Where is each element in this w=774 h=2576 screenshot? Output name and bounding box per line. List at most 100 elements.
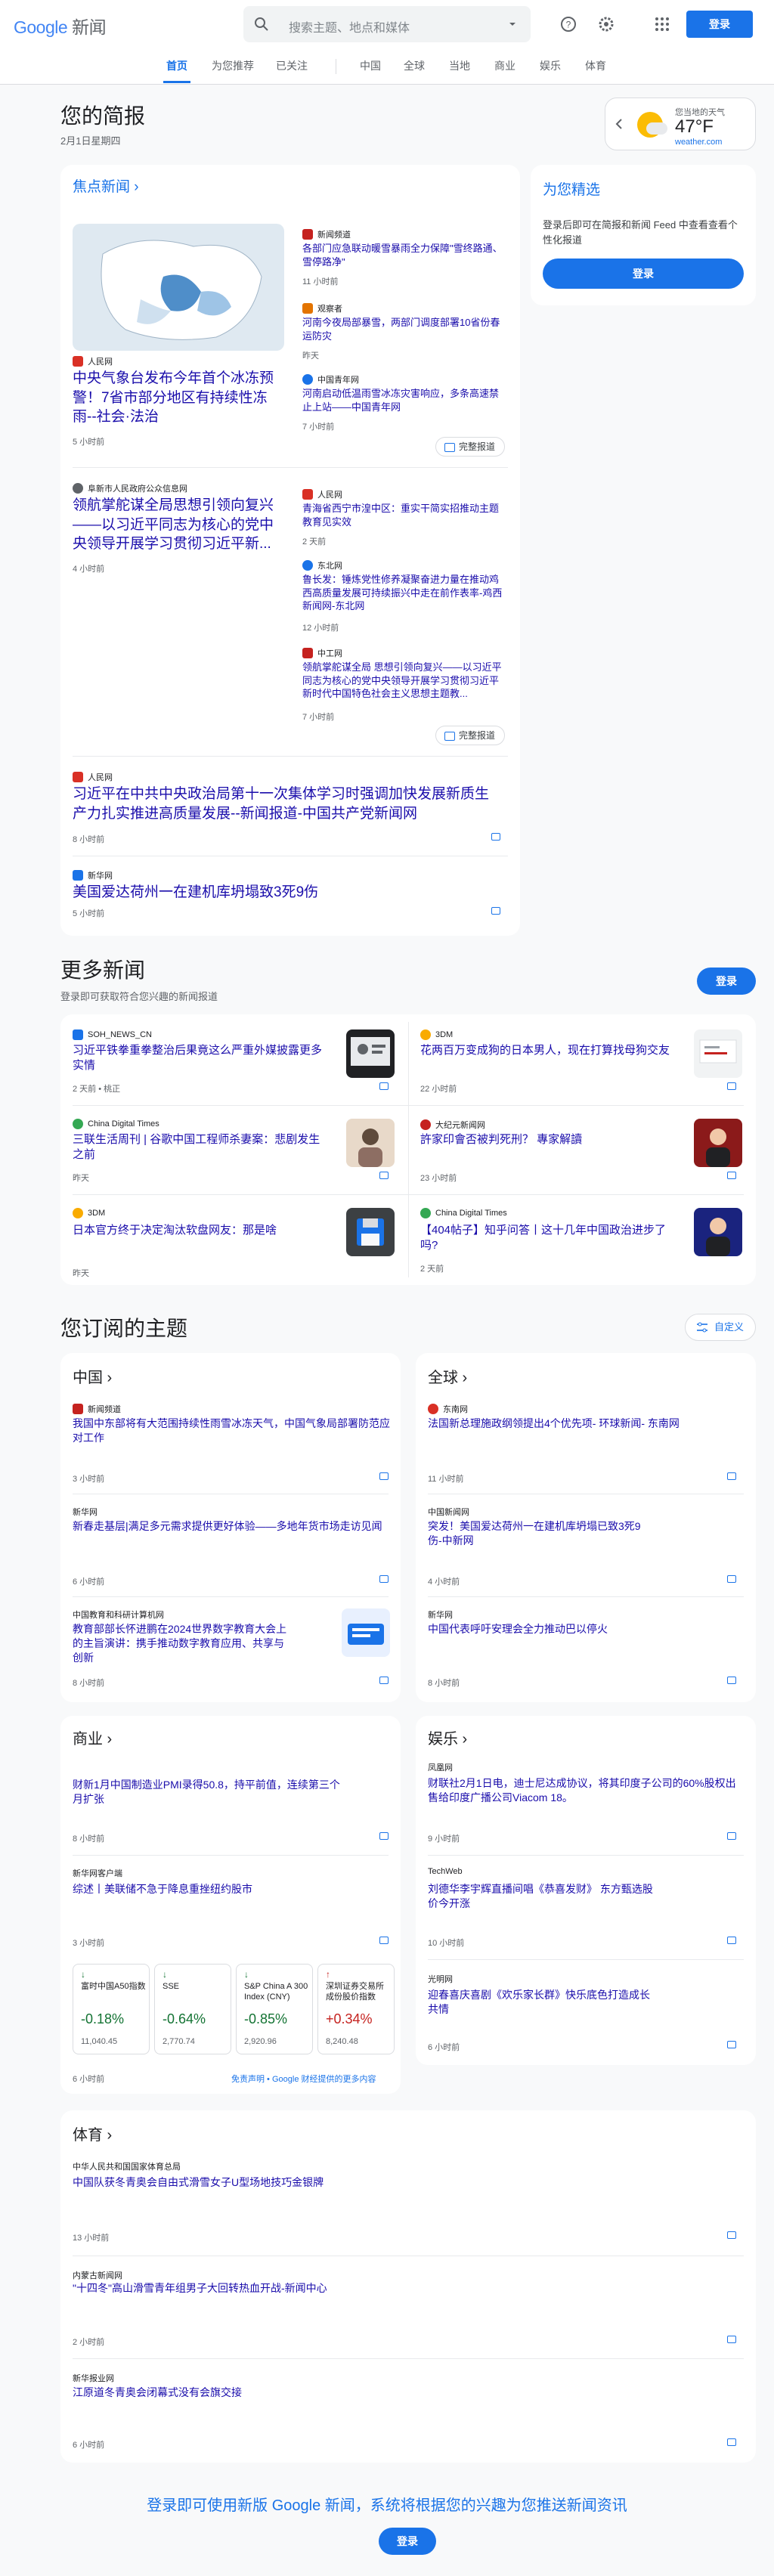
headline-link[interactable]: 中国代表呼吁安理会全力推动巴以停火 <box>428 1622 745 1636</box>
headline-link[interactable]: 中国队获冬青奥会自由式滑雪女子U型场地技巧金银牌 <box>73 2175 677 2190</box>
headline-link[interactable]: 领航掌舵谋全局思想引领向复兴——以习近平同志为核心的党中央领导开展学习贯彻习近平… <box>73 496 287 554</box>
headline-link[interactable]: 中央气象台发布今年首个冰冻预警！7省市部分地区有持续性冻雨--社会·法治 <box>73 369 284 427</box>
apps-icon[interactable] <box>653 15 671 33</box>
news-source: 光明网 <box>428 1975 453 1984</box>
news-thumbnail[interactable] <box>346 1208 395 1256</box>
top-stories-link[interactable]: 焦点新闻 › <box>73 175 139 196</box>
full-coverage-icon[interactable] <box>727 1832 736 1840</box>
full-coverage-icon[interactable] <box>727 1937 736 1944</box>
tab-china[interactable]: 中国 <box>358 48 382 83</box>
headline-link[interactable]: 新春走基层|满足多元需求提供更好体验——多地年货市场走访见闻 <box>73 1519 390 1534</box>
search-input[interactable]: 搜索主题、地点和媒体 <box>289 17 410 36</box>
full-coverage-icon[interactable] <box>727 2438 736 2446</box>
tab-for-you[interactable]: 为您推荐 <box>209 48 257 83</box>
google-news-logo[interactable]: Google 新闻 <box>14 13 107 39</box>
search-bar[interactable]: 搜索主题、地点和媒体 <box>243 6 531 42</box>
headline-link[interactable]: 美国爱达荷州一在建机库坍塌致3死9伤 <box>73 883 496 903</box>
headline-link[interactable]: 各部门应急联动暖雪暴雨全力保障"雪终路通、雪停路净" <box>302 242 506 268</box>
full-coverage-icon[interactable] <box>379 1677 389 1684</box>
full-coverage-icon[interactable] <box>491 907 500 915</box>
footer-sign-in-button[interactable]: 登录 <box>379 2528 436 2555</box>
headline-link[interactable]: 法国新总理施政纲领提出4个优先项- 环球新闻- 东南网 <box>428 1416 745 1431</box>
headline-link[interactable]: 教育部部长怀进鹏在2024世界数字教育大会上的主旨演讲：携手推动数字教育应用、共… <box>73 1622 292 1665</box>
tab-business[interactable]: 商业 <box>493 48 517 83</box>
weather-widget[interactable]: 您当地的天气 47°F weather.com <box>605 98 756 150</box>
headline-link[interactable]: 許家印會否被判死刑？ 專家解讀 <box>420 1132 670 1147</box>
help-icon[interactable]: ? <box>559 15 577 33</box>
full-coverage-icon[interactable] <box>379 1172 389 1179</box>
tab-following[interactable]: 已关注 <box>274 48 310 83</box>
headline-link[interactable]: 突发！美国爱达荷州一在建机库坍塌已致3死9伤-中新网 <box>428 1519 655 1548</box>
tab-world[interactable]: 全球 <box>402 48 426 83</box>
headline-link[interactable]: 财联社2月1日电，迪士尼达成协议，将其印度子公司的60%股权出售给印度广播公司V… <box>428 1776 745 1805</box>
stock-change: -0.18% <box>81 2011 125 2026</box>
full-coverage-icon[interactable] <box>379 1082 389 1090</box>
full-coverage-icon[interactable] <box>727 1472 736 1480</box>
headline-link[interactable]: 我国中东部将有大范围持续性雨雪冰冻天气，中国气象局部署防范应对工作 <box>73 1416 390 1445</box>
news-source: 新闻频道 <box>73 1403 121 1415</box>
full-coverage-icon[interactable] <box>379 1832 389 1840</box>
weather-source-link[interactable]: weather.com <box>675 138 722 147</box>
headline-link[interactable]: 河南启动低温雨雪冰冻灾害响应，多条高速禁止上站——中国青年网 <box>302 387 506 413</box>
headline-link[interactable]: 领航掌舵谋全局 思想引领向复兴——以习近平同志为核心的党中央领导开展学习贯彻习近… <box>302 661 506 701</box>
headline-link[interactable]: 鲁长发：锤炼党性修养凝聚奋进力量在推动鸡西高质量发展可持续振兴中走在前作表率-鸡… <box>302 573 506 613</box>
full-coverage-icon[interactable] <box>727 1677 736 1684</box>
headline-link[interactable]: 刘德华李宇辉直播间唱《恭喜发财》 东方甄选股价今开涨 <box>428 1882 655 1911</box>
tab-home[interactable]: 首页 <box>163 48 190 83</box>
full-coverage-icon[interactable] <box>727 2231 736 2239</box>
headline-link[interactable]: 青海省西宁市湟中区：重实干简实招推动主题教育见实效 <box>302 502 506 528</box>
news-thumbnail[interactable] <box>694 1208 742 1256</box>
news-thumbnail[interactable] <box>346 1119 395 1167</box>
headline-link[interactable]: 三联生活周刊 | 谷歌中国工程师杀妻案：悲剧发生之前 <box>73 1132 322 1163</box>
headline-link[interactable]: 习近平在中共中央政治局第十一次集体学习时强调加快发展新质生产力扎实推进高质量发展… <box>73 785 496 823</box>
tab-entertainment[interactable]: 娱乐 <box>538 48 562 83</box>
full-coverage-icon[interactable] <box>727 1172 736 1179</box>
full-coverage-icon[interactable] <box>379 1937 389 1944</box>
headline-link[interactable]: "十四冬"高山滑雪青年组男子大回转热血开战-新闻中心 <box>73 2281 677 2296</box>
headline-link[interactable]: 习近平铁拳重拳整治后果竟这么严重外媒披露更多实情 <box>73 1043 322 1074</box>
topic-link-world[interactable]: 全球 › <box>428 1365 467 1387</box>
headline-link[interactable]: 江原道冬青奥会闭幕式没有会旗交接 <box>73 2386 677 2400</box>
tab-sports[interactable]: 体育 <box>584 48 608 83</box>
top-story-map-image[interactable] <box>73 224 284 351</box>
news-thumbnail[interactable] <box>346 1029 395 1078</box>
headline-link[interactable]: 迎春喜庆喜剧《欢乐家长群》快乐底色打造成长共情 <box>428 1988 655 2017</box>
news-thumbnail[interactable] <box>342 1608 390 1657</box>
stock-card[interactable]: ↑ 深圳证券交易所成份股价指数 +0.34% 8,240.48 <box>317 1964 395 2054</box>
customize-button[interactable]: 自定义 <box>685 1314 756 1341</box>
stock-card[interactable]: ↓ S&P China A 300 Index (CNY) -0.85% 2,9… <box>236 1964 313 2054</box>
stock-card[interactable]: ↓ 富时中国A50指数 -0.18% 11,040.45 <box>73 1964 150 2054</box>
full-coverage-icon[interactable] <box>727 2336 736 2343</box>
chevron-down-icon[interactable] <box>505 17 520 32</box>
topic-link-sports[interactable]: 体育 › <box>73 2122 112 2144</box>
tab-local[interactable]: 当地 <box>447 48 472 83</box>
headline-link[interactable]: 综述丨美联储不急于降息重挫纽约股市 <box>73 1882 390 1896</box>
sign-in-button[interactable]: 登录 <box>686 11 753 38</box>
topic-link-entertainment[interactable]: 娱乐 › <box>428 1726 467 1748</box>
stock-card[interactable]: ↓ SSE -0.64% 2,770.74 <box>154 1964 231 2054</box>
full-coverage-icon[interactable] <box>727 1575 736 1583</box>
gear-icon[interactable] <box>597 15 615 33</box>
news-thumbnail[interactable] <box>694 1029 742 1078</box>
topic-link-business[interactable]: 商业 › <box>73 1726 112 1748</box>
full-coverage-button[interactable]: 完整报道 <box>435 726 506 745</box>
headline-link[interactable]: 日本官方终于决定淘汰软盘网友：那是啥 <box>73 1223 322 1238</box>
full-coverage-icon[interactable] <box>379 1472 389 1480</box>
chevron-left-icon[interactable] <box>615 116 624 132</box>
full-coverage-icon[interactable] <box>727 2041 736 2048</box>
full-coverage-button[interactable]: 完整报道 <box>435 437 506 457</box>
topic-link-china[interactable]: 中国 › <box>73 1365 112 1387</box>
search-icon[interactable] <box>254 17 269 32</box>
finance-disclaimer-link[interactable]: 免责声明 • Google 财经提供的更多内容 <box>231 2073 376 2085</box>
headline-link[interactable]: 河南今夜局部暴雪，两部门调度部署10省份春运防灾 <box>302 316 506 342</box>
picks-sign-in-button[interactable]: 登录 <box>543 259 744 289</box>
headline-link[interactable]: 花两百万变成狗的日本男人，现在打算找母狗交友 <box>420 1043 670 1058</box>
full-coverage-icon[interactable] <box>727 1082 736 1090</box>
full-coverage-icon[interactable] <box>491 833 500 841</box>
news-thumbnail[interactable] <box>694 1119 742 1167</box>
stock-value: 2,770.74 <box>163 2037 195 2046</box>
full-coverage-icon[interactable] <box>379 1575 389 1583</box>
headline-link[interactable]: 财新1月中国制造业PMI录得50.8，持平前值，连续第三个月扩张 <box>73 1778 345 1807</box>
headline-link[interactable]: 【404帖子】知乎问答丨这十几年中国政治进步了吗? <box>420 1223 670 1254</box>
more-news-sign-in-button[interactable]: 登录 <box>697 968 756 995</box>
